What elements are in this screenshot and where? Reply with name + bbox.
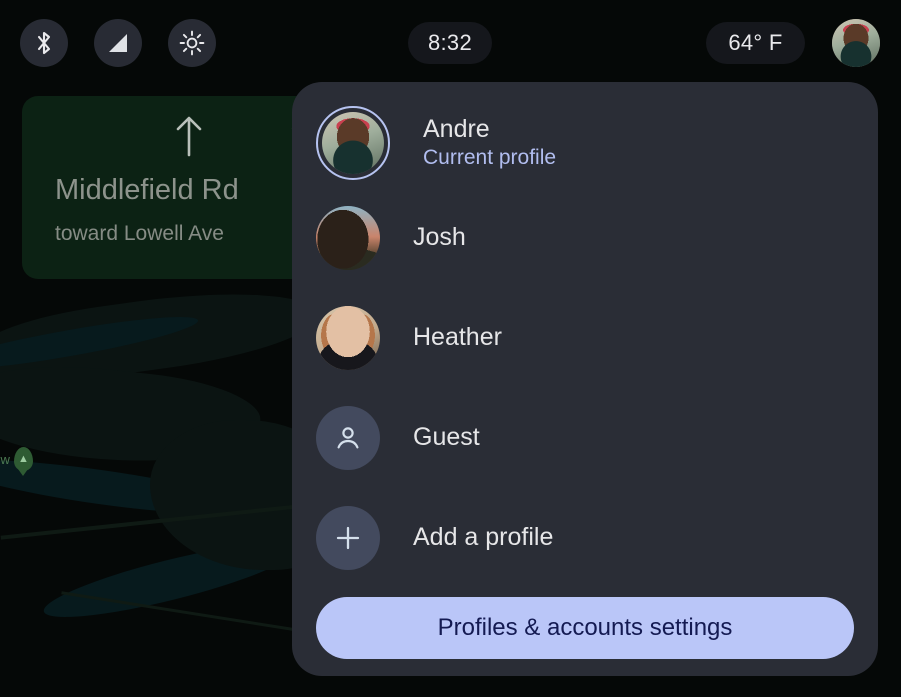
profile-row-text: Guest bbox=[413, 423, 480, 453]
map-pin-label: View bbox=[0, 451, 10, 467]
profile-row-guest[interactable]: Guest bbox=[316, 406, 480, 470]
profile-row-text: Josh bbox=[413, 223, 466, 253]
clock[interactable]: 8:32 bbox=[408, 22, 492, 64]
navigation-street: Middlefield Rd bbox=[55, 174, 239, 206]
park-pin-icon: ▲ bbox=[13, 447, 33, 471]
profile-row-josh[interactable]: Josh bbox=[316, 206, 466, 270]
car-head-unit-screen: View ▲ 8:32 64° F bbox=[0, 0, 901, 697]
profile-name: Heather bbox=[413, 323, 502, 352]
avatar-photo-andre bbox=[322, 112, 384, 174]
profile-row-heather[interactable]: Heather bbox=[316, 306, 502, 370]
avatar bbox=[316, 206, 380, 270]
avatar-selected-ring bbox=[316, 106, 390, 180]
status-bar: 8:32 64° F bbox=[0, 0, 901, 86]
profile-row-add-profile[interactable]: Add a profile bbox=[316, 506, 553, 570]
person-icon bbox=[316, 406, 380, 470]
profile-row-andre[interactable]: Andre Current profile bbox=[316, 106, 556, 180]
profile-row-text: Andre Current profile bbox=[423, 115, 556, 171]
avatar-photo-josh bbox=[316, 206, 380, 270]
profile-name: Andre bbox=[423, 114, 490, 143]
avatar bbox=[316, 306, 380, 370]
profile-switcher-panel: Andre Current profile Josh Heather Guest… bbox=[292, 82, 878, 676]
navigation-toward: toward Lowell Ave bbox=[55, 222, 224, 245]
profile-name: Add a profile bbox=[413, 523, 554, 552]
tree-glyph: ▲ bbox=[18, 452, 29, 465]
signal-icon[interactable] bbox=[94, 19, 142, 67]
temperature-display[interactable]: 64° F bbox=[706, 22, 805, 64]
profile-name: Guest bbox=[413, 423, 480, 452]
avatar-photo-heather bbox=[316, 306, 380, 370]
brightness-icon[interactable] bbox=[168, 19, 216, 67]
navigation-card[interactable]: 5 Middlefield Rd toward Lowell Ave bbox=[22, 96, 312, 279]
plus-icon bbox=[316, 506, 380, 570]
map-pin[interactable]: View ▲ bbox=[0, 447, 33, 471]
profile-row-text: Add a profile bbox=[413, 523, 553, 553]
avatar[interactable] bbox=[832, 19, 880, 67]
avatar bbox=[322, 112, 384, 174]
profile-subtitle: Current profile bbox=[423, 146, 557, 170]
avatar-photo-andre bbox=[832, 19, 880, 67]
arrow-up-icon bbox=[170, 114, 208, 163]
profile-name: Josh bbox=[413, 223, 466, 252]
profiles-accounts-settings-button[interactable]: Profiles & accounts settings bbox=[316, 597, 854, 659]
profile-row-text: Heather bbox=[413, 323, 502, 353]
bluetooth-icon[interactable] bbox=[20, 19, 68, 67]
